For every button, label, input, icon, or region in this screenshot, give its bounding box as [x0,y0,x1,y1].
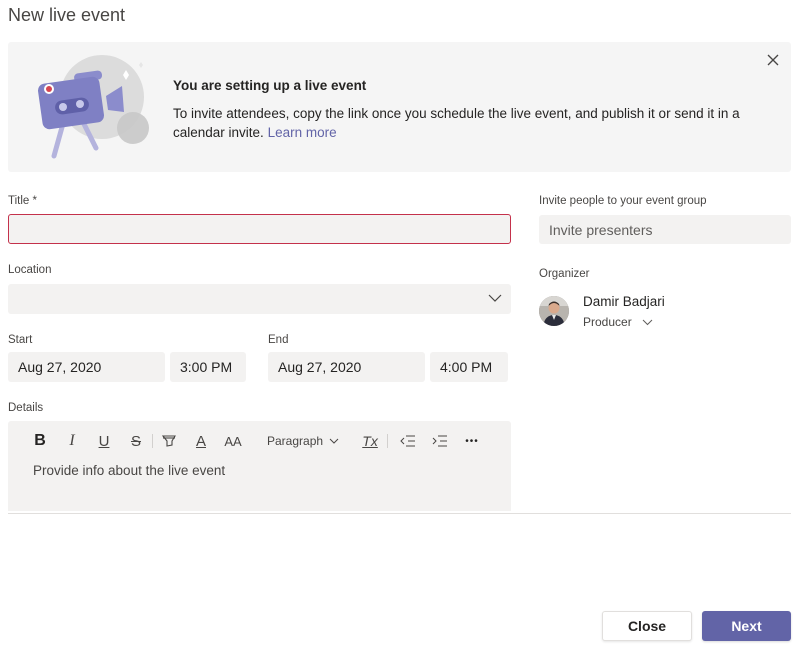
format-toolbar: B I U S A AA Paragraph Tx ••• [30,429,484,453]
bold-button[interactable]: B [30,429,50,453]
increase-indent-icon [432,435,448,447]
more-options-button[interactable]: ••• [460,429,484,453]
chevron-down-icon [488,294,502,302]
start-label: Start [8,334,33,346]
camera-illustration [38,55,149,159]
start-date-picker[interactable]: Aug 27, 2020 [8,352,165,382]
toolbar-divider [387,434,389,448]
title-label: Title * [8,195,37,207]
title-input[interactable] [8,214,511,244]
chevron-down-icon [329,438,339,444]
organizer-name: Damir Badjari [583,294,665,309]
end-label: End [268,334,289,346]
next-button[interactable]: Next [702,611,791,641]
organizer-label: Organizer [539,268,590,280]
avatar [539,296,569,326]
paragraph-label: Paragraph [267,434,324,448]
end-date-value: Aug 27, 2020 [278,359,362,375]
organizer-role: Producer [583,315,632,329]
italic-button[interactable]: I [62,429,82,453]
learn-more-link[interactable]: Learn more [268,125,337,140]
invite-label: Invite people to your event group [539,195,707,207]
footer-divider [8,513,791,514]
start-time-value: 3:00 PM [180,359,233,375]
clear-formatting-button[interactable]: Tx [359,429,381,453]
font-color-button[interactable]: A [191,429,211,453]
banner-title: You are setting up a live event [173,78,367,93]
banner-text: To invite attendees, copy the link once … [173,104,753,142]
highlight-icon [161,435,176,447]
location-dropdown[interactable] [8,284,511,314]
decrease-indent-icon [400,435,416,447]
end-time-value: 4:00 PM [440,359,493,375]
highlight-button[interactable] [159,429,179,453]
end-date-picker[interactable]: Aug 27, 2020 [268,352,425,382]
clear-formatting-icon: Tx [362,433,378,449]
paragraph-dropdown[interactable]: Paragraph [267,429,339,453]
start-date-value: Aug 27, 2020 [18,359,102,375]
info-banner: You are setting up a live event To invit… [8,42,791,172]
avatar-photo [539,296,569,326]
toolbar-divider [152,434,153,448]
strikethrough-button[interactable]: S [126,429,146,453]
increase-indent-button[interactable] [430,429,450,453]
chevron-down-icon [642,319,653,325]
font-size-button[interactable]: AA [221,429,245,453]
start-time-picker[interactable]: 3:00 PM [170,352,246,382]
dialog-title: New live event [8,5,126,25]
details-label: Details [8,402,44,414]
invite-presenters-input[interactable]: Invite presenters [539,215,791,244]
organizer-role-dropdown[interactable]: Producer [583,315,653,329]
location-label: Location [8,264,52,276]
details-placeholder: Provide info about the live event [33,463,226,478]
banner-description: To invite attendees, copy the link once … [173,106,740,140]
decrease-indent-button[interactable] [398,429,418,453]
close-button[interactable]: Close [602,611,692,641]
details-editor[interactable]: B I U S A AA Paragraph Tx ••• Provide in… [8,421,511,511]
end-time-picker[interactable]: 4:00 PM [430,352,508,382]
invite-placeholder: Invite presenters [549,221,653,238]
close-icon[interactable] [765,52,781,68]
underline-button[interactable]: U [94,429,114,453]
